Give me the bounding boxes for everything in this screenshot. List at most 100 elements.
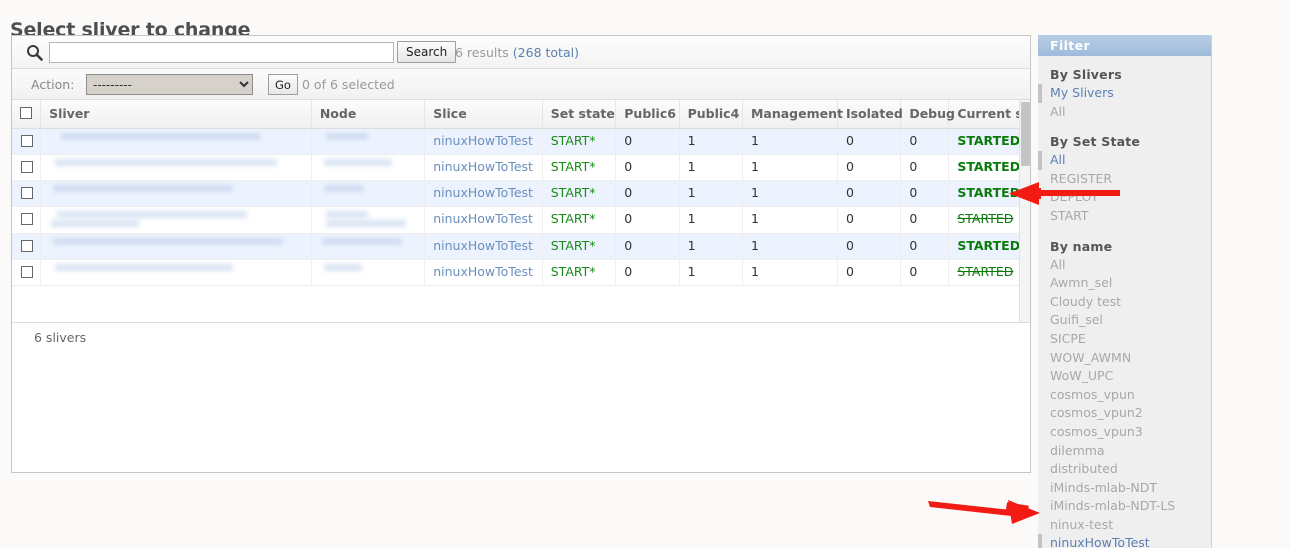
column-header-current-state[interactable]: Current state bbox=[949, 100, 1030, 129]
cell-isolated: 0 bbox=[837, 129, 900, 155]
filter-item[interactable]: WoW_UPC bbox=[1038, 367, 1211, 386]
column-header-sliver[interactable]: Sliver bbox=[41, 100, 312, 129]
cell-slice[interactable]: ninuxHowToTest bbox=[425, 234, 542, 260]
search-button[interactable]: Search bbox=[397, 41, 456, 63]
cell-sliver[interactable] bbox=[41, 260, 312, 286]
set-state-value: START* bbox=[551, 238, 596, 253]
filter-item[interactable]: SICPE bbox=[1038, 330, 1211, 349]
redacted-node-name bbox=[320, 264, 418, 271]
filter-item[interactable]: cosmos_vpun3 bbox=[1038, 423, 1211, 442]
filter-item[interactable]: All bbox=[1038, 256, 1211, 275]
table-vertical-scrollbar[interactable] bbox=[1019, 100, 1030, 322]
table-row[interactable]: ninuxHowToTest START* 0 1 1 0 0 STARTED bbox=[12, 181, 1030, 207]
filter-item[interactable]: iMinds-mlab-NDT-LS bbox=[1038, 497, 1211, 516]
filter-item[interactable]: START bbox=[1038, 207, 1211, 226]
cell-slice[interactable]: ninuxHowToTest bbox=[425, 129, 542, 155]
current-state-value: STARTED bbox=[957, 159, 1020, 174]
cell-node[interactable] bbox=[311, 260, 424, 286]
table-row[interactable]: ninuxHowToTest START* 0 1 1 0 0 STARTED bbox=[12, 234, 1030, 260]
column-header-public4[interactable]: Public4 bbox=[679, 100, 742, 129]
row-select-cell bbox=[12, 260, 41, 286]
cell-debug: 0 bbox=[901, 155, 949, 181]
cell-isolated: 0 bbox=[837, 207, 900, 234]
column-header-public6[interactable]: Public6 bbox=[616, 100, 679, 129]
filter-item[interactable]: Guifi_sel bbox=[1038, 311, 1211, 330]
column-header-isolated[interactable]: Isolated bbox=[837, 100, 900, 129]
row-checkbox[interactable] bbox=[21, 266, 33, 278]
current-state-value: STARTED bbox=[957, 264, 1013, 279]
action-go-button[interactable]: Go bbox=[268, 74, 298, 95]
cell-node[interactable] bbox=[311, 207, 424, 234]
column-header-management[interactable]: Management bbox=[742, 100, 837, 129]
set-state-value: START* bbox=[551, 133, 596, 148]
cell-management: 1 bbox=[742, 260, 837, 286]
cell-public4: 1 bbox=[679, 260, 742, 286]
filter-item[interactable]: cosmos_vpun2 bbox=[1038, 404, 1211, 423]
filter-item[interactable]: DEPLOY bbox=[1038, 188, 1211, 207]
table-footer: 6 slivers bbox=[12, 322, 1030, 350]
row-checkbox[interactable] bbox=[21, 135, 33, 147]
column-header-debug[interactable]: Debug bbox=[901, 100, 949, 129]
cell-node[interactable] bbox=[311, 155, 424, 181]
column-header-slice[interactable]: Slice bbox=[425, 100, 542, 129]
admin-changelist-page: Select sliver to change Search 6 results… bbox=[0, 0, 1290, 548]
table-row[interactable]: ninuxHowToTest START* 0 1 1 0 0 STARTED bbox=[12, 207, 1030, 234]
filter-item[interactable]: Awmn_sel bbox=[1038, 274, 1211, 293]
row-checkbox[interactable] bbox=[21, 213, 33, 225]
table-row[interactable]: ninuxHowToTest START* 0 1 1 0 0 STARTED bbox=[12, 129, 1030, 155]
row-checkbox[interactable] bbox=[21, 240, 33, 252]
filter-sidebar: Filter By SliversMy SliversAllBy Set Sta… bbox=[1038, 35, 1212, 548]
search-input[interactable] bbox=[49, 42, 394, 63]
filter-item[interactable]: WOW_AWMN bbox=[1038, 349, 1211, 368]
redacted-node-name bbox=[320, 133, 418, 140]
table-row[interactable]: ninuxHowToTest START* 0 1 1 0 0 STARTED bbox=[12, 260, 1030, 286]
content-panel: Search 6 results (268 total) Action: ---… bbox=[11, 35, 1031, 473]
filter-item[interactable]: All bbox=[1038, 151, 1211, 170]
filter-item[interactable]: iMinds-mlab-NDT bbox=[1038, 479, 1211, 498]
cell-sliver[interactable] bbox=[41, 181, 312, 207]
table-row[interactable]: ninuxHowToTest START* 0 1 1 0 0 STARTED bbox=[12, 155, 1030, 181]
cell-slice[interactable]: ninuxHowToTest bbox=[425, 260, 542, 286]
cell-debug: 0 bbox=[901, 234, 949, 260]
filter-item[interactable]: REGISTER bbox=[1038, 170, 1211, 189]
cell-node[interactable] bbox=[311, 234, 424, 260]
cell-sliver[interactable] bbox=[41, 234, 312, 260]
filter-group-title: By name bbox=[1038, 235, 1211, 256]
action-select[interactable]: --------- bbox=[86, 74, 253, 95]
search-icon bbox=[26, 44, 43, 61]
redacted-node-name bbox=[320, 238, 418, 245]
filter-item[interactable]: cosmos_vpun bbox=[1038, 386, 1211, 405]
cell-management: 1 bbox=[742, 129, 837, 155]
result-total-link[interactable]: (268 total) bbox=[513, 45, 579, 60]
filter-item[interactable]: ninux-test bbox=[1038, 516, 1211, 535]
row-checkbox[interactable] bbox=[21, 187, 33, 199]
redacted-sliver-name bbox=[49, 264, 305, 271]
table-scrollbar-thumb[interactable] bbox=[1021, 102, 1030, 166]
cell-sliver[interactable] bbox=[41, 129, 312, 155]
filter-item[interactable]: distributed bbox=[1038, 460, 1211, 479]
filter-item[interactable]: Cloudy test bbox=[1038, 293, 1211, 312]
filter-item[interactable]: dilemma bbox=[1038, 442, 1211, 461]
cell-node[interactable] bbox=[311, 129, 424, 155]
cell-sliver[interactable] bbox=[41, 155, 312, 181]
filter-item[interactable]: All bbox=[1038, 103, 1211, 122]
cell-node[interactable] bbox=[311, 181, 424, 207]
cell-slice[interactable]: ninuxHowToTest bbox=[425, 155, 542, 181]
cell-management: 1 bbox=[742, 181, 837, 207]
cell-slice[interactable]: ninuxHowToTest bbox=[425, 181, 542, 207]
row-checkbox[interactable] bbox=[21, 161, 33, 173]
cell-sliver[interactable] bbox=[41, 207, 312, 234]
slice-link: ninuxHowToTest bbox=[433, 211, 533, 226]
cell-public6: 0 bbox=[616, 181, 679, 207]
cell-public6: 0 bbox=[616, 260, 679, 286]
cell-isolated: 0 bbox=[837, 234, 900, 260]
select-all-checkbox[interactable] bbox=[20, 107, 32, 119]
column-header-set-state[interactable]: Set state bbox=[542, 100, 616, 129]
cell-debug: 0 bbox=[901, 207, 949, 234]
filter-item[interactable]: My Slivers bbox=[1038, 84, 1211, 103]
cell-slice[interactable]: ninuxHowToTest bbox=[425, 207, 542, 234]
column-header-node[interactable]: Node bbox=[311, 100, 424, 129]
filter-item[interactable]: ninuxHowToTest bbox=[1038, 534, 1211, 548]
redacted-sliver-name bbox=[49, 159, 305, 166]
cell-debug: 0 bbox=[901, 181, 949, 207]
